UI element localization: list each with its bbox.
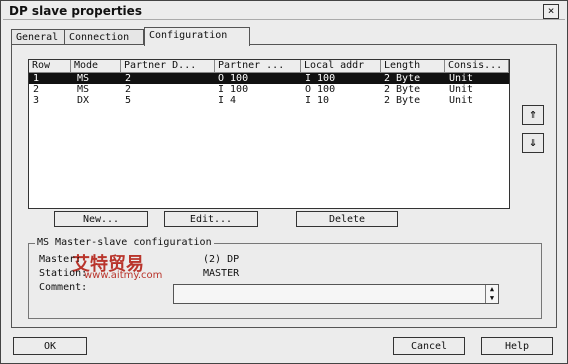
tab-connection[interactable]: Connection (64, 29, 144, 45)
cell-partner-dp: 5 (125, 95, 132, 106)
ok-button[interactable]: OK (13, 337, 87, 355)
table-header: Row Mode Partner D... Partner ... Local … (29, 60, 509, 73)
cell-length: 2 Byte (384, 73, 421, 84)
col-consistency[interactable]: Consis... (445, 60, 509, 72)
cell-row: 2 (33, 84, 40, 95)
arrow-down-icon: ⇓ (529, 135, 537, 150)
table-row[interactable]: 3 DX 5 I 4 I 10 2 Byte Unit (29, 95, 509, 106)
dialog-title: DP slave properties (9, 4, 142, 18)
cancel-button[interactable]: Cancel (393, 337, 465, 355)
new-button[interactable]: New... (54, 211, 148, 227)
col-partner-addr[interactable]: Partner ... (215, 60, 301, 72)
comment-label: Comment: (39, 282, 88, 293)
configuration-panel: Row Mode Partner D... Partner ... Local … (11, 44, 557, 328)
cell-mode: DX (77, 95, 90, 106)
table-row[interactable]: 2 MS 2 I 100 O 100 2 Byte Unit (29, 84, 509, 95)
table-row[interactable]: 1 MS 2 O 100 I 100 2 Byte Unit (29, 73, 509, 84)
cell-length: 2 Byte (384, 84, 421, 95)
close-icon[interactable]: × (543, 4, 559, 19)
cell-partner-addr: O 100 (218, 73, 249, 84)
help-button[interactable]: Help (481, 337, 553, 355)
col-length[interactable]: Length (381, 60, 445, 72)
tab-general[interactable]: General (11, 29, 65, 45)
delete-button[interactable]: Delete (296, 211, 398, 227)
col-row[interactable]: Row (29, 60, 71, 72)
cell-local-addr: I 100 (305, 73, 336, 84)
comment-scrollbar[interactable]: ▲ ▼ (485, 285, 498, 303)
cell-partner-dp: 2 (125, 73, 132, 84)
cell-mode: MS (77, 84, 90, 95)
comment-field[interactable]: ▲ ▼ (173, 284, 499, 304)
dp-slave-properties-dialog: DP slave properties × General Connection… (0, 0, 568, 364)
edit-button[interactable]: Edit... (164, 211, 258, 227)
col-mode[interactable]: Mode (71, 60, 121, 72)
master-slave-group: MS Master-slave configuration Master: (2… (28, 237, 542, 319)
move-up-button[interactable]: ⇑ (522, 105, 544, 125)
station-label: Station: (39, 268, 88, 279)
cell-local-addr: I 10 (305, 95, 330, 106)
cell-consistency: Unit (449, 84, 474, 95)
configuration-table: Row Mode Partner D... Partner ... Local … (28, 59, 510, 209)
master-label: Master: (39, 254, 82, 265)
cell-partner-dp: 2 (125, 84, 132, 95)
master-value: (2) DP (203, 254, 240, 265)
dialog-footer: OK Cancel Help (1, 331, 567, 363)
col-local-addr[interactable]: Local addr (301, 60, 381, 72)
cell-local-addr: O 100 (305, 84, 336, 95)
cell-mode: MS (77, 73, 90, 84)
arrow-up-icon: ⇑ (529, 107, 537, 122)
station-value: MASTER (203, 268, 240, 279)
cell-row: 1 (33, 73, 40, 84)
cell-partner-addr: I 4 (218, 95, 237, 106)
title-bar: DP slave properties × (3, 3, 565, 20)
cell-consistency: Unit (449, 95, 474, 106)
group-title: MS Master-slave configuration (35, 237, 214, 248)
move-down-button[interactable]: ⇓ (522, 133, 544, 153)
tab-configuration[interactable]: Configuration (144, 27, 250, 46)
cell-row: 3 (33, 95, 40, 106)
cell-length: 2 Byte (384, 95, 421, 106)
cell-consistency: Unit (449, 73, 474, 84)
col-partner-dp[interactable]: Partner D... (121, 60, 215, 72)
cell-partner-addr: I 100 (218, 84, 249, 95)
